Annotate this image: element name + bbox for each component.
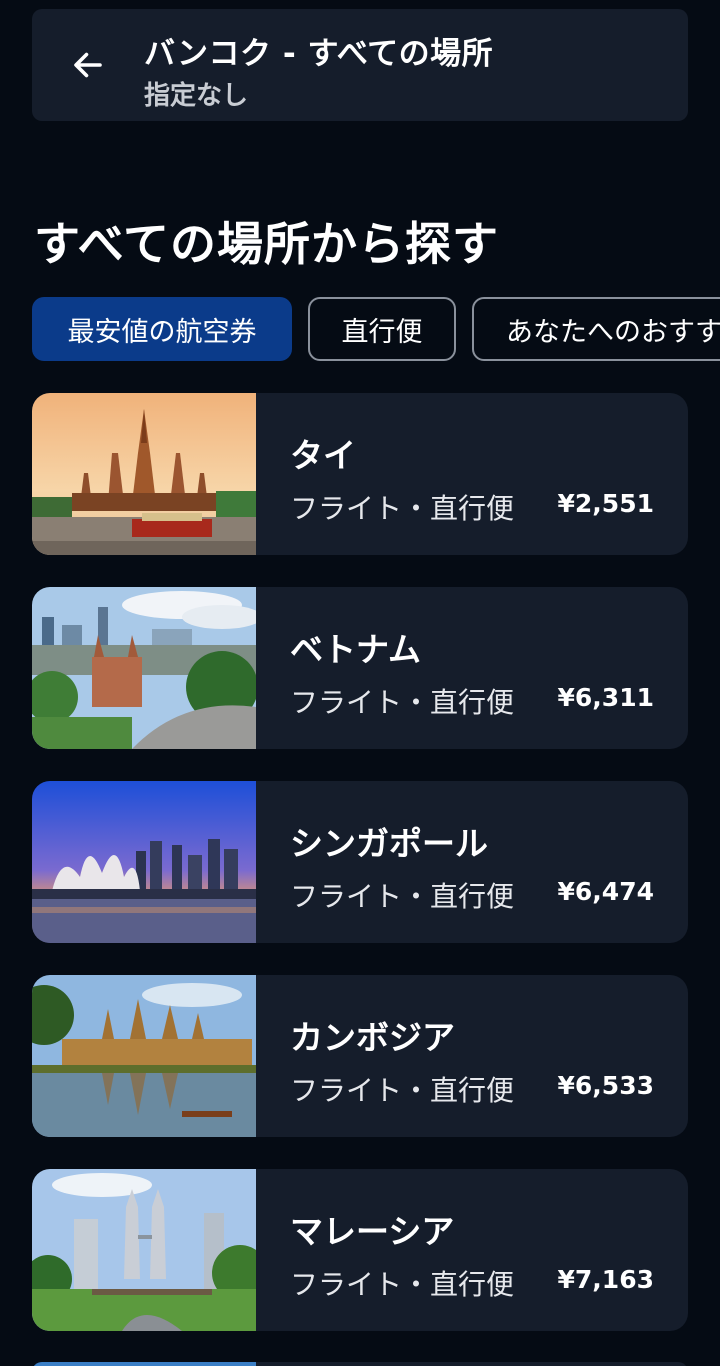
- destination-card-partial[interactable]: [32, 1362, 688, 1366]
- destination-name: カンボジア: [290, 1018, 455, 1057]
- destination-image-partial: [32, 1362, 256, 1366]
- destination-meta: フライト・直行便: [290, 492, 515, 525]
- chip-cheapest[interactable]: 最安値の航空券: [32, 297, 292, 361]
- destination-image-singapore: [32, 781, 256, 943]
- destination-meta: フライト・直行便: [290, 1074, 515, 1107]
- header-subtitle: 指定なし: [144, 81, 249, 111]
- filter-chips: 最安値の航空券 直行便 あなたへのおすすめ: [32, 297, 720, 361]
- destination-price: ¥6,474: [557, 877, 654, 906]
- chip-recommended[interactable]: あなたへのおすすめ: [472, 297, 720, 361]
- destination-meta: フライト・直行便: [290, 686, 515, 719]
- destination-meta: フライト・直行便: [290, 1268, 515, 1301]
- destination-card[interactable]: タイ フライト・直行便 ¥2,551: [32, 393, 688, 555]
- destination-name: マレーシア: [290, 1212, 455, 1251]
- explore-page: バンコク - すべての場所 指定なし すべての場所から探す 最安値の航空券 直行…: [0, 0, 720, 1366]
- back-button[interactable]: [54, 31, 122, 99]
- destination-image-vietnam: [32, 587, 256, 749]
- destination-card[interactable]: マレーシア フライト・直行便 ¥7,163: [32, 1169, 688, 1331]
- destination-card[interactable]: シンガポール フライト・直行便 ¥6,474: [32, 781, 688, 943]
- destination-price: ¥7,163: [557, 1265, 654, 1294]
- destination-name: タイ: [290, 436, 356, 475]
- destination-price: ¥6,311: [557, 683, 654, 712]
- destination-card[interactable]: ベトナム フライト・直行便 ¥6,311: [32, 587, 688, 749]
- destination-image-malaysia: [32, 1169, 256, 1331]
- destination-meta: フライト・直行便: [290, 880, 515, 913]
- destination-price: ¥2,551: [557, 489, 654, 518]
- chip-direct[interactable]: 直行便: [308, 297, 456, 361]
- destination-image-thailand: [32, 393, 256, 555]
- destination-price: ¥6,533: [557, 1071, 654, 1100]
- page-title: すべての場所から探す: [34, 217, 499, 271]
- destination-name: シンガポール: [290, 824, 488, 863]
- destination-name: ベトナム: [290, 630, 422, 669]
- search-header[interactable]: バンコク - すべての場所 指定なし: [32, 9, 688, 121]
- arrow-left-icon: [74, 52, 102, 78]
- header-title: バンコク - すべての場所: [144, 36, 494, 72]
- destination-card[interactable]: カンボジア フライト・直行便 ¥6,533: [32, 975, 688, 1137]
- destination-image-cambodia: [32, 975, 256, 1137]
